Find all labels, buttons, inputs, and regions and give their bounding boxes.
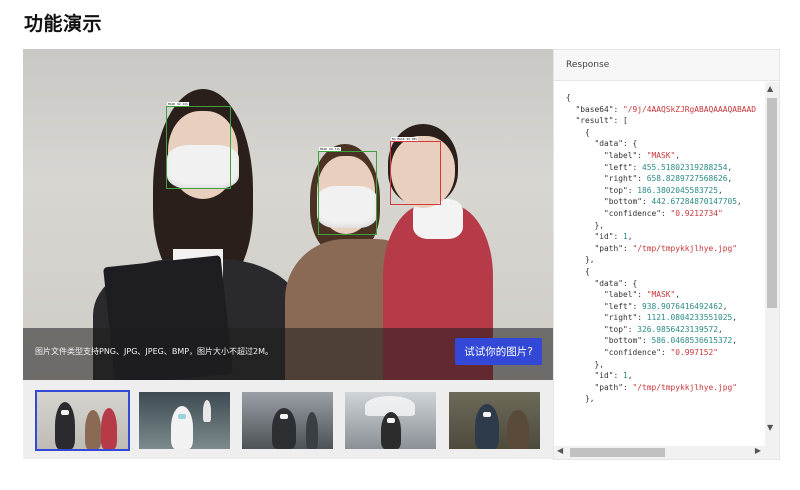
chevron-up-icon[interactable]: ▲ [767,84,773,93]
json-line: "left": 455.51802319288254, [566,162,733,172]
response-panel: Response { "base64": "/9j/4AAQSkZJRgABAQ… [553,49,780,460]
json-line: "left": 938.9076416492462, [566,301,728,311]
detection-label: NO_MASK 99.08% [391,137,419,141]
json-line: "top": 326.9856423139572, [566,324,723,334]
json-line: "result": [ [566,116,628,126]
json-line: { [566,127,590,137]
json-line: }, [566,359,605,369]
upload-hint: 图片文件类型支持PNG、JPG、JPEG、BMP，图片大小不超过2M。 [35,347,274,356]
json-line: "path": "/tmp/tmpykkjlhye.jpg" [566,382,738,392]
json-line: }, [566,394,595,404]
thumbnail-strip [23,380,553,459]
demo-image: MASK 92.12% MASK 99.71% NO_MASK 99.08% 图… [23,49,553,380]
thumbnail-1[interactable] [35,390,130,451]
json-text: { "base64": "/9j/4AAQSkZJRgABAQAAAQABAAD… [566,92,756,405]
json-line: "confidence": "0.997152" [566,348,719,358]
response-title: Response [566,60,610,70]
json-line: "path": "/tmp/tmpykkjlhye.jpg" [566,243,738,253]
json-line: { [566,266,590,276]
vertical-scrollbar[interactable]: ▲ ▼ [765,82,779,446]
json-line: "base64": "/9j/4AAQSkZJRgABAQAAAQABAAD [566,104,757,114]
detection-box-3: NO_MASK 99.08% [390,137,441,205]
hint-bar: 图片文件类型支持PNG、JPG、JPEG、BMP，图片大小不超过2M。 试试你的… [23,328,553,380]
json-line: "label": "MASK", [566,150,681,160]
json-line: "data": { [566,278,638,288]
horizontal-scrollbar[interactable]: ◀ ▶ [554,446,779,459]
json-line: "top": 186.3802045583725, [566,185,723,195]
try-your-image-button[interactable]: 试试你的图片? [455,338,542,365]
horizontal-scroll-thumb[interactable] [570,448,665,457]
chevron-down-icon[interactable]: ▼ [767,423,773,432]
thumbnail-4[interactable] [345,392,436,449]
chevron-right-icon[interactable]: ▶ [755,446,761,455]
json-line: "id": 1, [566,371,633,381]
json-line: { [566,93,571,102]
json-line: "bottom": 442.67284870147705, [566,197,742,207]
thumbnail-2[interactable] [139,392,230,449]
thumbnail-5[interactable] [449,392,540,449]
json-line: "id": 1, [566,232,633,242]
json-line: "data": { [566,139,638,149]
json-line: }, [566,255,595,265]
json-viewer[interactable]: { "base64": "/9j/4AAQSkZJRgABAQAAAQABAAD… [554,82,765,446]
vertical-scroll-thumb[interactable] [767,98,777,308]
detection-box-2: MASK 99.71% [318,147,377,235]
detection-label: MASK 99.71% [319,147,341,151]
response-header: Response [554,50,779,81]
demo-panel: MASK 92.12% MASK 99.71% NO_MASK 99.08% 图… [23,49,553,459]
json-line: "label": "MASK", [566,290,681,300]
detection-label: MASK 92.12% [167,102,189,106]
json-line: "bottom": 586.0468536615372, [566,336,738,346]
detection-box-1: MASK 92.12% [166,102,231,189]
json-line: "right": 1121.0804233551025, [566,313,738,323]
page-title: 功能演示 [24,13,103,35]
chevron-left-icon[interactable]: ◀ [557,446,563,455]
json-line: "right": 658.8289727568626, [566,174,733,184]
thumbnail-3[interactable] [242,392,333,449]
json-line: "confidence": "0.9212734" [566,208,723,218]
json-line: }, [566,220,605,230]
